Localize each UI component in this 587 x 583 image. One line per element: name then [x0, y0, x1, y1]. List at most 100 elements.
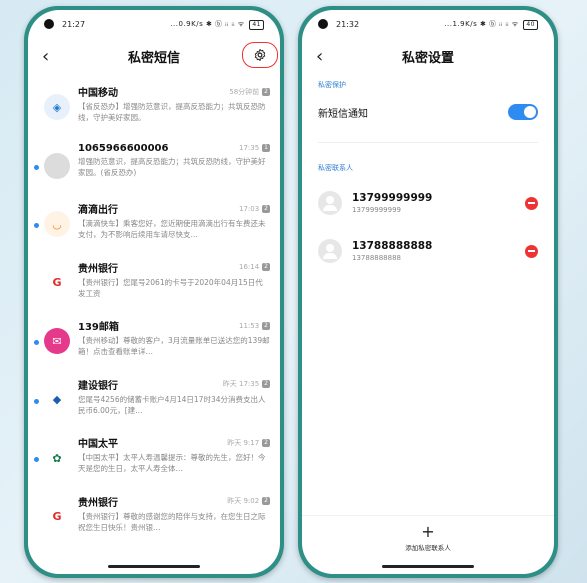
sim-badge: 2 — [262, 204, 270, 213]
contact-info: 13799999999 13799999999 — [352, 192, 525, 214]
message-header: 贵州银行 昨天 9:02 2 — [78, 494, 270, 509]
sender-name: 滴滴出行 — [78, 205, 118, 216]
plus-icon: + — [421, 522, 435, 541]
message-time: 昨天 9:17 — [227, 438, 260, 447]
header: ‹ 私密短信 — [28, 38, 280, 74]
message-body: 1065966600006 17:35 1 增强防范意识，提高反恐能力；共筑反恐防线，… — [78, 141, 270, 200]
message-header: 1065966600006 17:35 1 — [78, 143, 270, 154]
message-time: 昨天 17:35 — [222, 380, 260, 388]
sim-badge: 2 — [262, 263, 270, 271]
sender-avatar-icon: ✿ — [44, 445, 70, 471]
remove-contact-icon[interactable] — [525, 196, 538, 210]
message-body: 建设银行 昨天 17:35 2 您尾号4256的储蓄卡账户4月14日17时34分消费支… — [78, 375, 270, 434]
contact-avatar-icon — [318, 239, 342, 263]
message-item[interactable]: ◡ 滴滴出行 17:03 2 【滴滴快车】乘客您好，您近期使用滴滴出行有车费还未支付，为… — [28, 199, 280, 258]
sim-badge: 1 — [262, 144, 270, 152]
status-indicators: ...1.9K/s ✱ ⓑ ᵢᵢ ᵢᵢ ᯤ 40 — [444, 19, 538, 30]
status-bar: 21:27 ...0.9K/s ✱ ⓑ ᵢᵢ ᵢᵢ ᯤ 41 — [28, 10, 280, 38]
message-item[interactable]: ✉ 139邮箱 11:53 2 【贵州移动】尊敬的客户，3月流量账单已送达您的139邮箱… — [28, 316, 280, 375]
sim-badge: 2 — [262, 380, 270, 388]
message-item[interactable]: ◈ 中国移动 58分钟前 2 【省反恐办】增强防范意识，提高反恐能力；共筑反恐防线，守护… — [28, 82, 280, 141]
home-indicator — [108, 565, 200, 568]
contact-info: 13788888888 13788888888 — [352, 240, 525, 262]
notification-toggle[interactable] — [508, 104, 538, 120]
message-body: 贵州银行 16:14 2 【贵州银行】您尾号2061的卡号于2020年04月15日代发… — [78, 258, 270, 317]
message-item[interactable]: ◆ 建设银行 昨天 17:35 2 您尾号4256的储蓄卡账户4月14日17时34分消费… — [28, 375, 280, 434]
message-time: 58分钟前 — [229, 87, 260, 96]
contact-number: 13799999999 — [352, 206, 401, 214]
status-time: 21:32 — [336, 19, 360, 29]
message-item[interactable]: G 贵州银行 16:14 2 【贵州银行】您尾号2061的卡号于2020年04月15日代… — [28, 258, 280, 317]
add-contact-button[interactable]: + 添加私密联系人 — [302, 522, 554, 553]
sender-avatar-icon: G — [44, 269, 70, 296]
phone-left: 21:27 ...0.9K/s ✱ ⓑ ᵢᵢ ᵢᵢ ᯤ 41 ‹ 私密短信 ◈ 中… — [24, 6, 284, 578]
message-body: 滴滴出行 17:03 2 【滴滴快车】乘客您好，您近期使用滴滴出行有车费还未支付，为不… — [78, 199, 270, 258]
message-time: 11:53 — [238, 321, 260, 330]
message-body: 中国太平 昨天 9:17 2 【中国太平】太平人寿温馨提示：尊敬的先生，您好！今天是您… — [78, 433, 270, 492]
message-time: 17:35 — [238, 144, 260, 152]
contact-name: 13799999999 — [352, 192, 433, 204]
phone-right: 21:32 ...1.9K/s ✱ ⓑ ᵢᵢ ᵢᵢ ᯤ 40 ‹ 私密设置 私密… — [298, 6, 558, 578]
message-time: 17:03 — [238, 204, 260, 213]
remove-contact-icon[interactable] — [525, 244, 538, 258]
contact-avatar-icon — [318, 191, 342, 215]
contact-row[interactable]: 13799999999 13799999999 — [302, 179, 554, 227]
message-preview: 增强防范意识，提高反恐能力；共筑反恐防线，守护美好家园。(省反恐办) — [78, 156, 266, 177]
status-bar: 21:32 ...1.9K/s ✱ ⓑ ᵢᵢ ᵢᵢ ᯤ 40 — [302, 10, 554, 38]
message-preview: 【贵州移动】尊敬的客户，3月流量账单已送达您的139邮箱！点击查看账单详… — [78, 336, 270, 356]
sender-avatar-icon: ◈ — [44, 94, 70, 120]
sender-avatar-icon: G — [44, 503, 70, 530]
message-header: 建设银行 昨天 17:35 2 — [78, 377, 270, 392]
sender-avatar-icon: ◡ — [44, 211, 70, 237]
divider — [318, 142, 538, 143]
contact-row[interactable]: 13788888888 13788888888 — [302, 227, 554, 275]
sender-name: 中国移动 — [78, 88, 118, 99]
add-contact-label: 添加私密联系人 — [405, 544, 451, 552]
unread-dot — [34, 164, 39, 170]
message-item[interactable]: 1065966600006 17:35 1 增强防范意识，提高反恐能力；共筑反恐防线，… — [28, 141, 280, 200]
message-preview: 【中国太平】太平人寿温馨提示：尊敬的先生，您好！今天是您的生日，太平人寿全体… — [78, 453, 266, 473]
unread-dot — [34, 398, 39, 404]
settings-button[interactable] — [242, 42, 278, 68]
sender-avatar-icon: ✉ — [44, 328, 70, 354]
status-indicators: ...0.9K/s ✱ ⓑ ᵢᵢ ᵢᵢ ᯤ 41 — [170, 19, 264, 30]
sender-name: 贵州银行 — [78, 497, 118, 509]
status-time: 21:27 — [62, 19, 86, 29]
message-preview: 【贵州银行】尊敬的感谢您的陪伴与支持，在您生日之际祝您生日快乐！贵州银… — [78, 511, 266, 532]
divider — [302, 515, 554, 516]
message-item[interactable]: ✿ 中国太平 昨天 9:17 2 【中国太平】太平人寿温馨提示：尊敬的先生，您好！今天是… — [28, 433, 280, 492]
camera-hole — [44, 19, 54, 29]
back-icon[interactable]: ‹ — [316, 46, 338, 67]
unread-dot — [34, 223, 39, 228]
sim-badge: 2 — [262, 438, 270, 447]
page-title: 私密设置 — [401, 50, 454, 66]
contact-number: 13788888888 — [352, 254, 401, 262]
message-preview: 【省反恐办】增强防范意识，提高反恐能力；共筑反恐防线，守护美好家园。 — [78, 102, 266, 122]
message-item[interactable]: G 贵州银行 昨天 9:02 2 【贵州银行】尊敬的感谢您的陪伴与支持，在您生日之际祝您… — [28, 492, 280, 551]
sender-name: 139邮箱 — [78, 322, 119, 333]
back-icon[interactable]: ‹ — [42, 46, 64, 67]
message-body: 139邮箱 11:53 2 【贵州移动】尊敬的客户，3月流量账单已送达您的139邮箱！… — [78, 316, 270, 375]
battery-icon: 40 — [523, 19, 538, 30]
message-body: 贵州银行 昨天 9:02 2 【贵州银行】尊敬的感谢您的陪伴与支持，在您生日之际祝您生… — [78, 492, 270, 551]
message-body: 中国移动 58分钟前 2 【省反恐办】增强防范意识，提高反恐能力；共筑反恐防线，守护美… — [78, 82, 270, 141]
camera-hole — [318, 19, 328, 29]
header: ‹ 私密设置 — [302, 38, 554, 74]
sender-avatar-icon — [44, 152, 70, 179]
message-preview: 【贵州银行】您尾号2061的卡号于2020年04月15日代发工资 — [78, 277, 263, 298]
private-messages-screen: 21:27 ...0.9K/s ✱ ⓑ ᵢᵢ ᵢᵢ ᯤ 41 ‹ 私密短信 ◈ 中… — [28, 10, 280, 574]
home-indicator — [382, 565, 474, 568]
toggle-knob — [524, 106, 536, 118]
contact-list: 13799999999 13799999999 13788888888 1378… — [302, 173, 554, 275]
section-label-privacy: 私密保护 — [318, 81, 346, 89]
sender-name: 建设银行 — [78, 380, 118, 392]
message-header: 139邮箱 11:53 2 — [78, 318, 270, 333]
gear-icon — [254, 48, 266, 62]
message-header: 贵州银行 16:14 2 — [78, 260, 270, 275]
message-header: 滴滴出行 17:03 2 — [78, 201, 270, 216]
sim-badge: 2 — [262, 321, 270, 330]
message-header: 中国太平 昨天 9:17 2 — [78, 435, 270, 450]
sender-name: 1065966600006 — [78, 142, 169, 154]
section-label-contacts: 私密联系人 — [318, 164, 353, 172]
network-speed: ...1.9K/s ✱ ⓑ ᵢᵢ ᵢᵢ ᯤ — [444, 19, 519, 28]
